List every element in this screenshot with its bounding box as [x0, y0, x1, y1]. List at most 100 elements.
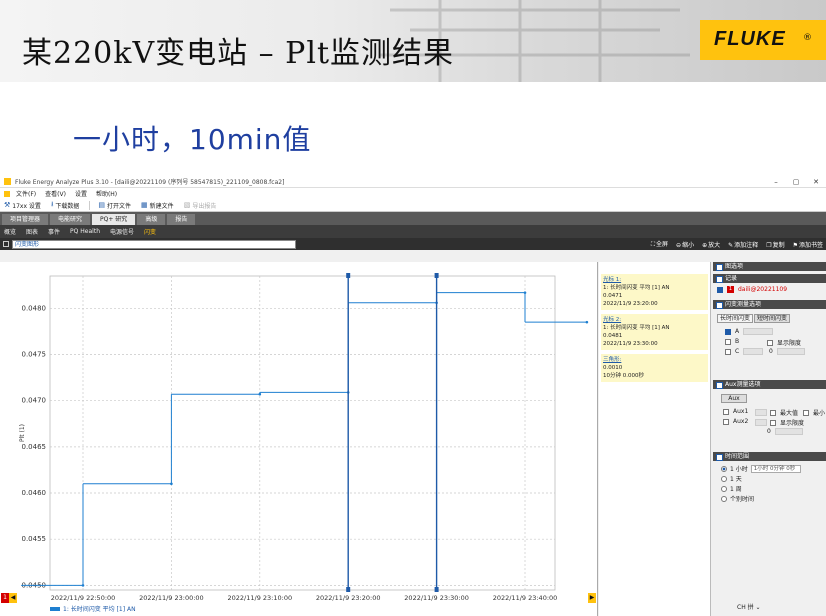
- section-time-range[interactable]: 时间范围: [713, 452, 826, 461]
- tab-project-manager[interactable]: 项目管理器: [2, 214, 49, 225]
- time-1h-row[interactable]: 1 小时 1小时 0分钟 0秒: [721, 464, 801, 473]
- subtab-charts[interactable]: 图表: [26, 227, 38, 236]
- sub-tabs: 概览 图表 事件 PQ Health 电源信号 闪变: [0, 225, 826, 238]
- section-chart-options[interactable]: 图选项: [713, 262, 826, 271]
- minimize-button[interactable]: –: [766, 178, 786, 186]
- zoom-in-button[interactable]: ⊕放大: [702, 240, 720, 249]
- subtab-pq-health[interactable]: PQ Health: [70, 228, 100, 235]
- cursor-left-flag-red[interactable]: 1: [1, 593, 9, 603]
- phase-a-row[interactable]: A: [725, 328, 774, 335]
- copy-icon: ❐: [766, 241, 772, 249]
- add-bookmark-button[interactable]: ⚑添加书签: [793, 240, 823, 249]
- aux2-label: Aux2: [733, 418, 749, 425]
- plot-area[interactable]: 0.0450 0.0455 0.0460 0.0465 0.0470 0.0475 0.04…: [0, 262, 598, 616]
- tab-energy-study[interactable]: 电能研究: [50, 214, 91, 225]
- cursor-handle: [346, 587, 351, 592]
- subtab-events[interactable]: 事件: [48, 227, 60, 236]
- copy-button[interactable]: ❐复制: [766, 240, 784, 249]
- menu-help[interactable]: 帮助(H): [96, 189, 117, 198]
- scroll-right-arrow[interactable]: ▶: [588, 593, 596, 603]
- cursor1-box: 光标 1: 1: 长时间闪变 平均 [1] AN 0.0471 2022/11/…: [601, 274, 708, 310]
- flicker-chart[interactable]: 0.04500.04550.04600.04650.04700.04750.04…: [0, 262, 598, 616]
- export-report-button[interactable]: ▧ 导出报告: [184, 201, 217, 210]
- time-custom-row[interactable]: 个别时间: [721, 494, 754, 503]
- short-term-flicker-tab[interactable]: 短时间闪变: [754, 314, 790, 323]
- time-select[interactable]: 1小时 0分钟 0秒: [750, 464, 801, 473]
- aux-show-limit-checkbox[interactable]: [770, 419, 776, 426]
- x-tick-label: 2022/11/9 23:10:00: [228, 594, 293, 602]
- time-1w-radio[interactable]: [721, 485, 727, 492]
- menu-view[interactable]: 查看(V): [45, 189, 66, 198]
- menu-settings[interactable]: 设置: [75, 189, 87, 198]
- time-1d-row[interactable]: 1 天: [721, 474, 742, 483]
- settings-button[interactable]: ⚒ 17xx 设置: [4, 201, 41, 210]
- tab-pq-study[interactable]: PQ+ 研究: [92, 214, 136, 225]
- cursor1-series: 1: 长时间闪变 平均 [1] AN: [603, 285, 670, 291]
- long-term-flicker-tab[interactable]: 长时间闪变: [717, 314, 753, 323]
- limit-zero-box[interactable]: [776, 348, 805, 355]
- tab-report[interactable]: 报告: [167, 214, 196, 225]
- time-1d-radio[interactable]: [721, 475, 727, 482]
- open-file-button[interactable]: ▤ 打开文件: [98, 201, 131, 210]
- subtab-flicker[interactable]: 闪变: [144, 227, 156, 236]
- time-1d-label: 1 天: [730, 476, 742, 483]
- cursor-info-panel: 光标 1: 1: 长时间闪变 平均 [1] AN 0.0471 2022/11/…: [599, 262, 710, 616]
- scroll-left-arrow[interactable]: ◀: [9, 593, 17, 603]
- time-1w-row[interactable]: 1 周: [721, 484, 742, 493]
- section-flicker-options[interactable]: 闪变测量选项: [713, 300, 826, 309]
- subtab-overview[interactable]: 概览: [4, 227, 16, 236]
- phase-c-row[interactable]: C: [725, 348, 764, 355]
- aux-max-checkbox[interactable]: [770, 409, 776, 416]
- show-limit-checkbox[interactable]: [767, 339, 773, 346]
- add-annotation-button[interactable]: ✎添加注释: [728, 240, 758, 249]
- ime-indicator[interactable]: CH 拼 ⌄: [737, 602, 761, 611]
- download-button[interactable]: ⭳ 下载数据: [51, 200, 79, 211]
- control-panel: 图选项 记录 1 daili@20221109 闪变测量选项 长时间闪变 短时间闪…: [710, 262, 826, 616]
- menu-file[interactable]: 文件(F): [16, 189, 36, 198]
- phase-c-checkbox[interactable]: [725, 348, 731, 355]
- aux2-value: [755, 419, 767, 426]
- close-button[interactable]: ✕: [806, 178, 826, 186]
- record-checkbox[interactable]: [717, 286, 723, 293]
- legend-label: 1: 长时间闪变 平均 [1] AN: [63, 606, 136, 613]
- aux-min-row[interactable]: 最小: [803, 408, 825, 417]
- fullscreen-button[interactable]: ⛶全屏: [651, 239, 668, 249]
- aux1-row[interactable]: Aux1: [723, 408, 748, 415]
- record-badge: 1: [727, 286, 734, 293]
- aux-min-label: 最小: [813, 410, 826, 417]
- aux-button[interactable]: Aux: [721, 394, 747, 403]
- zoom-out-button[interactable]: ⊖缩小: [676, 240, 694, 249]
- tab-advanced[interactable]: 高级: [137, 214, 166, 225]
- cursor2-box: 光标 2: 1: 长时间闪变 平均 [1] AN 0.0481 2022/11/…: [601, 314, 708, 350]
- record-row[interactable]: 1 daili@20221109: [717, 286, 787, 293]
- phase-b-row[interactable]: B: [725, 338, 739, 345]
- phase-b-checkbox[interactable]: [725, 338, 731, 345]
- phase-a-value: [743, 328, 774, 335]
- aux1-checkbox[interactable]: [723, 408, 729, 415]
- maximize-button[interactable]: ▢: [786, 178, 806, 186]
- chart-checkbox[interactable]: [3, 241, 9, 247]
- section-aux-options[interactable]: Aux测量选项: [713, 380, 826, 389]
- aux-show-limit-row[interactable]: 显示限度: [755, 418, 804, 427]
- time-1h-radio[interactable]: [721, 465, 727, 472]
- wrench-icon: ⚒: [4, 201, 11, 209]
- main-tabs: 项目管理器 电能研究 PQ+ 研究 高级 报告: [0, 212, 826, 225]
- time-custom-radio[interactable]: [721, 495, 727, 502]
- subtab-power-signal[interactable]: 电源信号: [110, 227, 134, 236]
- chart-selector[interactable]: 闪变图形: [12, 239, 296, 249]
- section-records[interactable]: 记录: [713, 274, 826, 283]
- zoom-in-icon: ⊕: [702, 241, 708, 249]
- aux2-row[interactable]: Aux2: [723, 418, 748, 425]
- menu-app-icon: [4, 190, 10, 197]
- aux-max-row[interactable]: 最大值: [755, 408, 798, 417]
- delta-time: 10分钟 0.000秒: [603, 373, 644, 379]
- aux-min-checkbox[interactable]: [803, 409, 809, 416]
- phase-a-checkbox[interactable]: [725, 328, 731, 335]
- toolbar: ⚒ 17xx 设置 ⭳ 下载数据 ▤ 打开文件 ▦ 新建文件 ▧ 导出报告: [0, 199, 826, 212]
- y-tick-label: 0.0475: [22, 351, 47, 359]
- new-file-button[interactable]: ▦ 新建文件: [141, 201, 174, 210]
- show-limit-row[interactable]: 显示限度: [767, 338, 801, 347]
- aux-zero-box[interactable]: [774, 428, 803, 435]
- aux2-checkbox[interactable]: [723, 418, 729, 425]
- slide-subtitle: 一小时，10min值: [73, 123, 312, 156]
